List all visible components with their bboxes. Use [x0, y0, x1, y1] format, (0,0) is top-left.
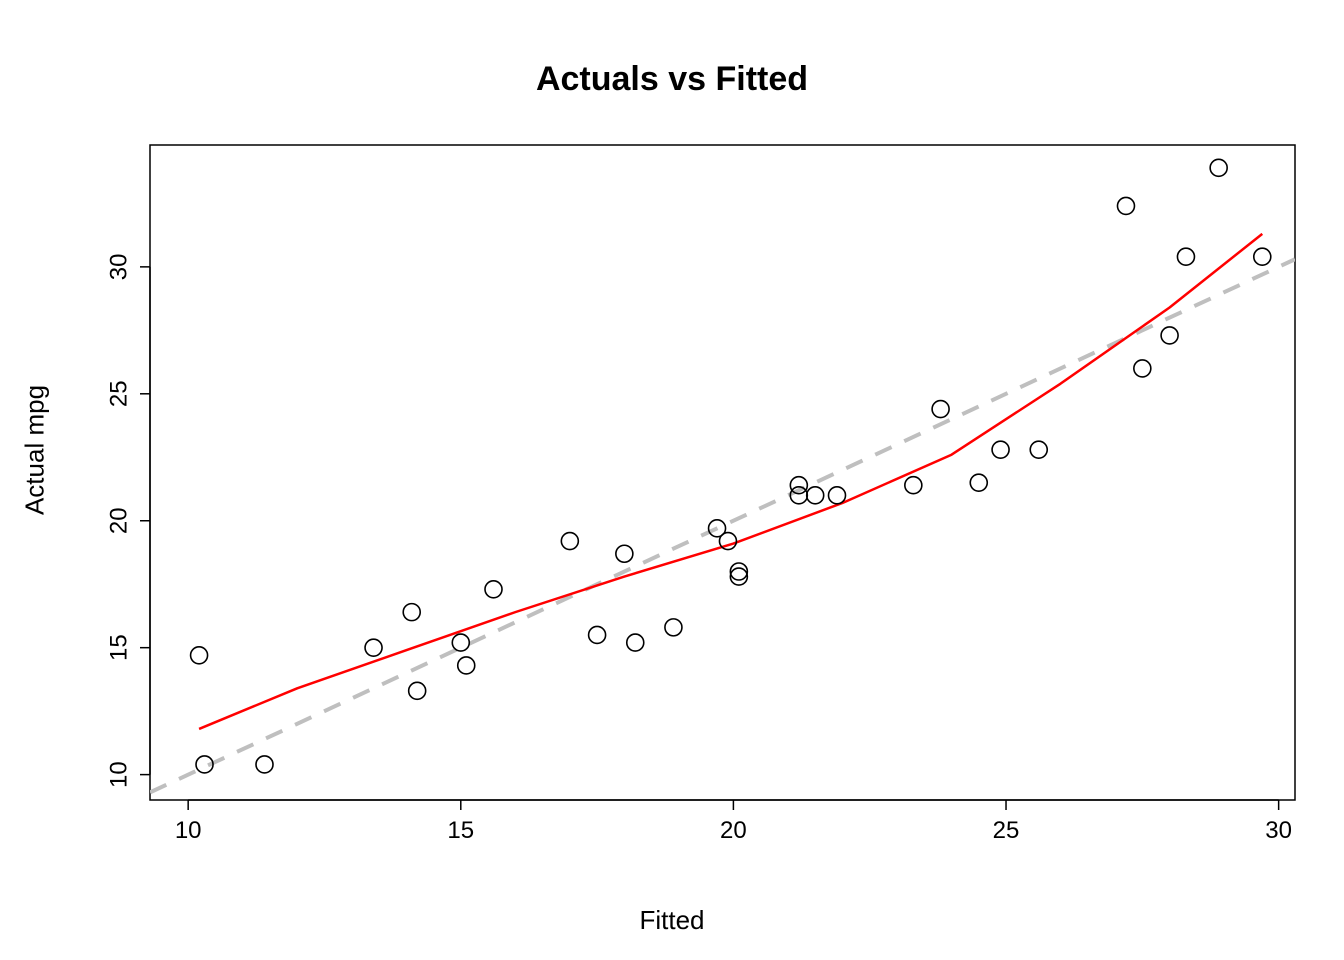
- data-point: [589, 626, 606, 643]
- data-point: [365, 639, 382, 656]
- y-tick-label: 25: [105, 380, 132, 407]
- data-point: [719, 533, 736, 550]
- y-tick-label: 20: [105, 507, 132, 534]
- data-point: [409, 682, 426, 699]
- x-tick-label: 10: [175, 817, 202, 844]
- data-point: [932, 401, 949, 418]
- x-tick-label: 25: [993, 817, 1020, 844]
- y-tick-label: 15: [105, 634, 132, 661]
- plot-svg: 10 15 20 25 30 10 15 20 25 30: [0, 0, 1344, 960]
- data-point: [1177, 248, 1194, 265]
- data-point: [561, 533, 578, 550]
- data-point: [1117, 197, 1134, 214]
- data-point: [485, 581, 502, 598]
- data-point: [1210, 159, 1227, 176]
- y-tick-label: 30: [105, 254, 132, 281]
- data-point: [403, 604, 420, 621]
- data-point: [1161, 327, 1178, 344]
- data-point: [256, 756, 273, 773]
- data-point: [1030, 441, 1047, 458]
- data-point: [1254, 248, 1271, 265]
- x-tick-label: 15: [447, 817, 474, 844]
- smooth-line: [199, 234, 1262, 729]
- data-point: [452, 634, 469, 651]
- data-point: [1134, 360, 1151, 377]
- data-point: [191, 647, 208, 664]
- x-tick-label: 30: [1265, 817, 1292, 844]
- y-tick-label: 10: [105, 761, 132, 788]
- data-point: [992, 441, 1009, 458]
- data-point: [616, 545, 633, 562]
- data-point: [829, 487, 846, 504]
- x-tick-label: 20: [720, 817, 747, 844]
- data-point: [905, 477, 922, 494]
- chart-container: Actuals vs Fitted Actual mpg Fitted 1015…: [0, 0, 1344, 960]
- data-point: [807, 487, 824, 504]
- data-point: [627, 634, 644, 651]
- data-point: [665, 619, 682, 636]
- data-point: [458, 657, 475, 674]
- data-point: [970, 474, 987, 491]
